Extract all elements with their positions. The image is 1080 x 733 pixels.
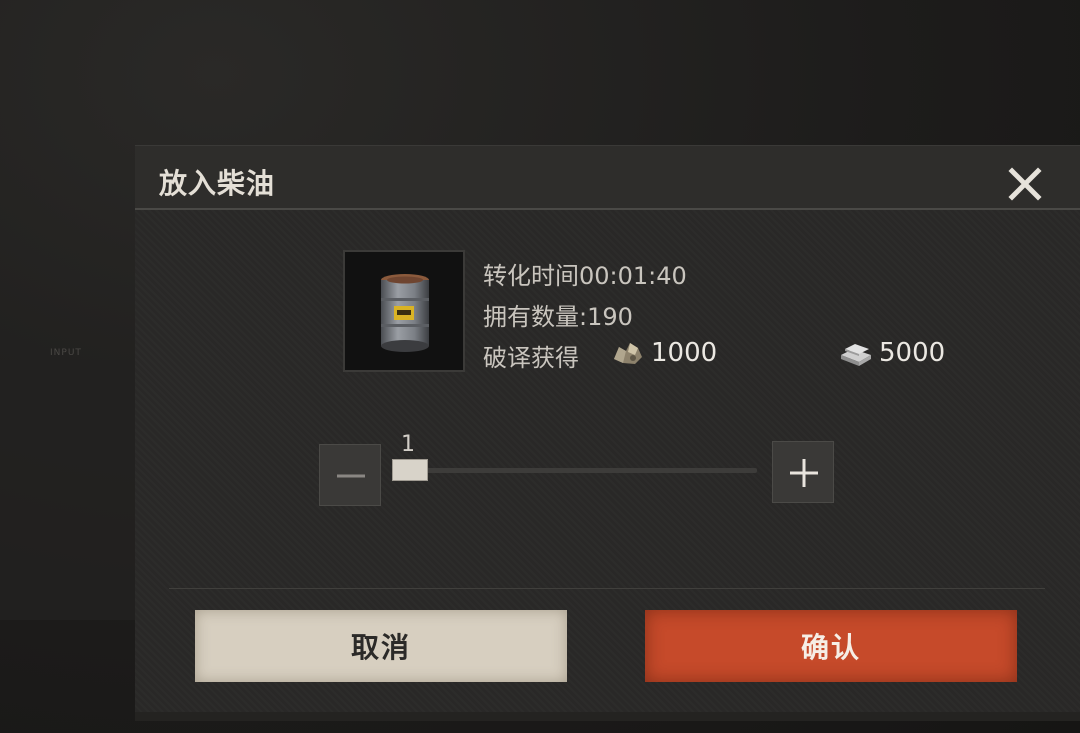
conversion-time: 转化时间00:01:40 [483, 262, 687, 290]
increase-button[interactable] [772, 441, 834, 503]
quantity-slider-track[interactable] [397, 468, 757, 473]
divider [169, 588, 1045, 589]
dialog-bottom-edge [135, 712, 1080, 721]
close-icon [1008, 167, 1042, 201]
oil-barrel-icon [381, 274, 429, 352]
background-panel [0, 360, 135, 620]
quantity-value: 1 [401, 432, 415, 457]
owned-quantity: 拥有数量:190 [483, 303, 633, 331]
reward-steel-amount: 5000 [879, 338, 946, 368]
reward-scrap-amount: 1000 [651, 338, 718, 368]
item-slot [343, 250, 465, 372]
plus-icon [790, 459, 818, 487]
scrap-metal-icon [614, 343, 642, 364]
dialog-header: 放入柴油 [135, 146, 1080, 210]
quantity-slider-thumb[interactable] [392, 459, 428, 481]
fuel-input-dialog: 放入柴油 转化时间00:01:40 拥有数量:190 破译获得 1000 500… [135, 145, 1080, 721]
decode-label: 破译获得 [483, 344, 579, 372]
background-label: INPUT [50, 348, 82, 358]
minus-icon [337, 474, 365, 478]
dialog-title: 放入柴油 [159, 167, 276, 200]
close-button[interactable] [1005, 164, 1045, 204]
confirm-button[interactable]: 确认 [645, 610, 1017, 682]
reward-scrap: 1000 [611, 338, 717, 368]
reward-steel: 5000 [839, 338, 945, 368]
decrease-button[interactable] [319, 444, 381, 506]
steel-bars-icon [841, 344, 871, 366]
cancel-button[interactable]: 取消 [195, 610, 567, 682]
